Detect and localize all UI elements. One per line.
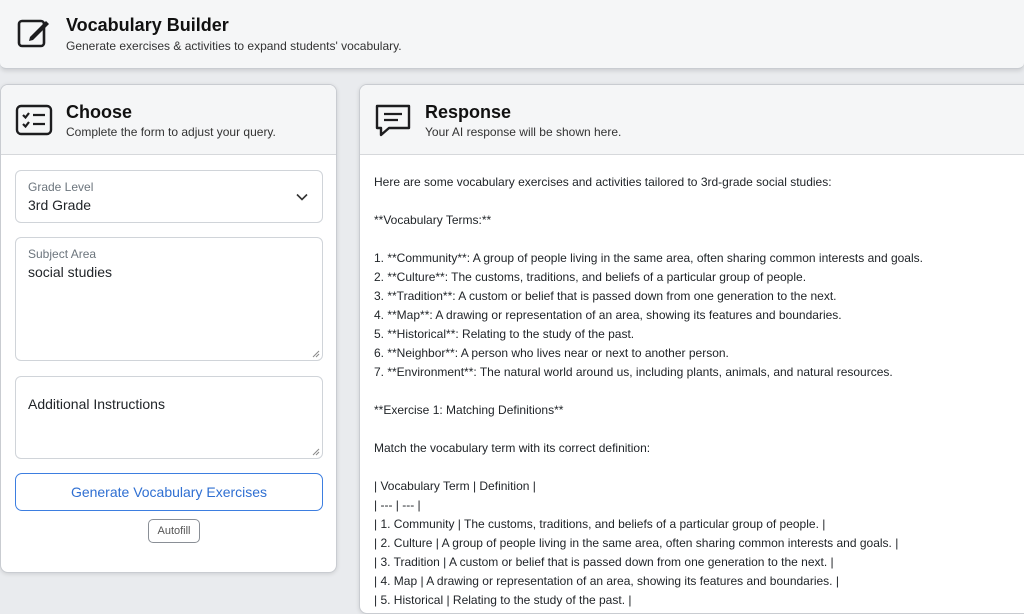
response-line: 6. **Neighbor**: A person who lives near…: [374, 346, 729, 360]
response-line: [374, 420, 1024, 439]
response-line: Here are some vocabulary exercises and a…: [374, 175, 832, 189]
response-subtitle: Your AI response will be shown here.: [425, 125, 622, 139]
resize-grip-icon[interactable]: [312, 350, 320, 358]
subject-area-value: social studies: [28, 264, 113, 280]
response-line: | 5. Historical | Relating to the study …: [374, 593, 632, 607]
choose-header: Choose Complete the form to adjust your …: [1, 85, 336, 155]
response-line: [374, 382, 1024, 401]
response-line: 1. **Community**: A group of people livi…: [374, 251, 923, 265]
response-line: | 2. Culture | A group of people living …: [374, 536, 899, 550]
grade-level-select[interactable]: Grade Level 3rd Grade: [15, 170, 323, 223]
response-text: Here are some vocabulary exercises and a…: [374, 173, 1024, 610]
autofill-button[interactable]: Autofill: [148, 519, 200, 543]
response-line: **Exercise 1: Matching Definitions**: [374, 403, 564, 417]
response-line: 5. **Historical**: Relating to the study…: [374, 327, 635, 341]
generate-button[interactable]: Generate Vocabulary Exercises: [15, 473, 323, 511]
resize-grip-icon[interactable]: [312, 448, 320, 456]
grade-level-label: Grade Level: [28, 180, 94, 194]
response-header: Response Your AI response will be shown …: [360, 85, 1024, 155]
response-line: [374, 192, 1024, 211]
edit-icon: [17, 19, 49, 48]
response-line: [374, 458, 1024, 477]
choose-subtitle: Complete the form to adjust your query.: [66, 125, 276, 139]
response-line: | --- | --- |: [374, 498, 421, 512]
chat-bubble-icon: [375, 104, 411, 137]
app-title: Vocabulary Builder: [66, 15, 229, 35]
response-line: Match the vocabulary term with its corre…: [374, 441, 651, 455]
grade-level-value: 3rd Grade: [28, 197, 92, 213]
app-subtitle: Generate exercises & activities to expan…: [66, 39, 402, 53]
response-line: 7. **Environment**: The natural world ar…: [374, 365, 893, 379]
response-title: Response: [425, 102, 512, 122]
subject-area-field[interactable]: Subject Area social studies: [15, 237, 323, 361]
response-line: | 1. Community | The customs, traditions…: [374, 517, 826, 531]
response-line: **Vocabulary Terms:**: [374, 213, 492, 227]
response-line: 2. **Culture**: The customs, traditions,…: [374, 270, 807, 284]
app-header: Vocabulary Builder Generate exercises & …: [0, 0, 1024, 69]
subject-area-label: Subject Area: [28, 247, 97, 261]
response-line: | 4. Map | A drawing or representation o…: [374, 574, 839, 588]
response-line: 3. **Tradition**: A custom or belief tha…: [374, 289, 837, 303]
checklist-icon: [15, 104, 53, 136]
response-line: 4. **Map**: A drawing or representation …: [374, 308, 842, 322]
response-line: | 3. Tradition | A custom or belief that…: [374, 555, 834, 569]
response-panel: Response Your AI response will be shown …: [359, 84, 1024, 614]
response-line: | Vocabulary Term | Definition |: [374, 479, 536, 493]
choose-title: Choose: [66, 102, 133, 122]
additional-instructions-field[interactable]: Additional Instructions: [15, 376, 323, 459]
response-line: [374, 230, 1024, 249]
choose-panel: Choose Complete the form to adjust your …: [0, 84, 337, 573]
chevron-down-icon: [296, 193, 308, 201]
additional-instructions-placeholder: Additional Instructions: [28, 396, 165, 412]
